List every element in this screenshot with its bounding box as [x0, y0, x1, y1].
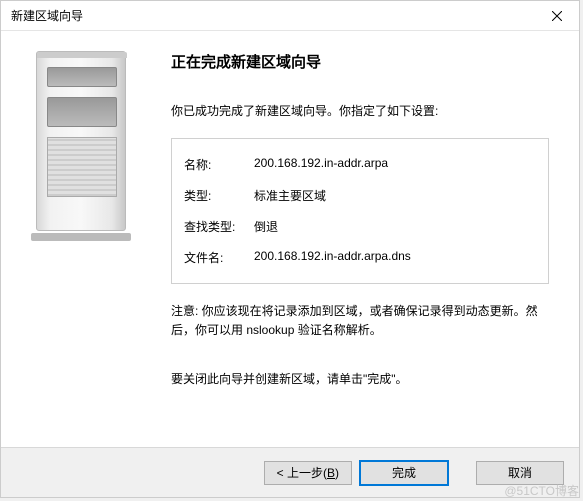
- cancel-button[interactable]: 取消: [476, 461, 564, 485]
- summary-row-lookup: 查找类型: 倒退: [184, 211, 536, 242]
- note-text: 注意: 你应该现在将记录添加到区域，或者确保记录得到动态更新。然后，你可以用 n…: [171, 302, 549, 340]
- wizard-sidebar: [1, 31, 161, 447]
- value-type: 标准主要区域: [254, 187, 536, 204]
- summary-intro: 你已成功完成了新建区域向导。你指定了如下设置:: [171, 102, 549, 120]
- summary-row-file: 文件名: 200.168.192.in-addr.arpa.dns: [184, 242, 536, 273]
- back-button[interactable]: < 上一步(B): [264, 461, 352, 485]
- label-name: 名称:: [184, 156, 254, 173]
- server-icon: [16, 51, 146, 251]
- close-icon: [552, 11, 562, 21]
- window-title: 新建区域向导: [11, 7, 83, 24]
- closing-text: 要关闭此向导并创建新区域，请单击"完成"。: [171, 370, 549, 388]
- wizard-main: 正在完成新建区域向导 你已成功完成了新建区域向导。你指定了如下设置: 名称: 2…: [161, 31, 579, 447]
- label-file: 文件名:: [184, 249, 254, 266]
- finish-button[interactable]: 完成: [360, 461, 448, 485]
- settings-summary-box: 名称: 200.168.192.in-addr.arpa 类型: 标准主要区域 …: [171, 138, 549, 284]
- summary-row-type: 类型: 标准主要区域: [184, 180, 536, 211]
- summary-row-name: 名称: 200.168.192.in-addr.arpa: [184, 149, 536, 180]
- value-file: 200.168.192.in-addr.arpa.dns: [254, 249, 536, 266]
- titlebar: 新建区域向导: [1, 1, 579, 31]
- page-title: 正在完成新建区域向导: [171, 51, 549, 72]
- label-type: 类型:: [184, 187, 254, 204]
- button-bar: < 上一步(B) 完成 取消: [1, 447, 579, 497]
- label-lookup: 查找类型:: [184, 218, 254, 235]
- content-area: 正在完成新建区域向导 你已成功完成了新建区域向导。你指定了如下设置: 名称: 2…: [1, 31, 579, 447]
- close-button[interactable]: [534, 1, 579, 31]
- value-name: 200.168.192.in-addr.arpa: [254, 156, 536, 173]
- wizard-dialog: 新建区域向导 正在完成新建区域向导 你已成功完成了新建区域向导。你指定了如下设置…: [0, 0, 580, 498]
- value-lookup: 倒退: [254, 218, 536, 235]
